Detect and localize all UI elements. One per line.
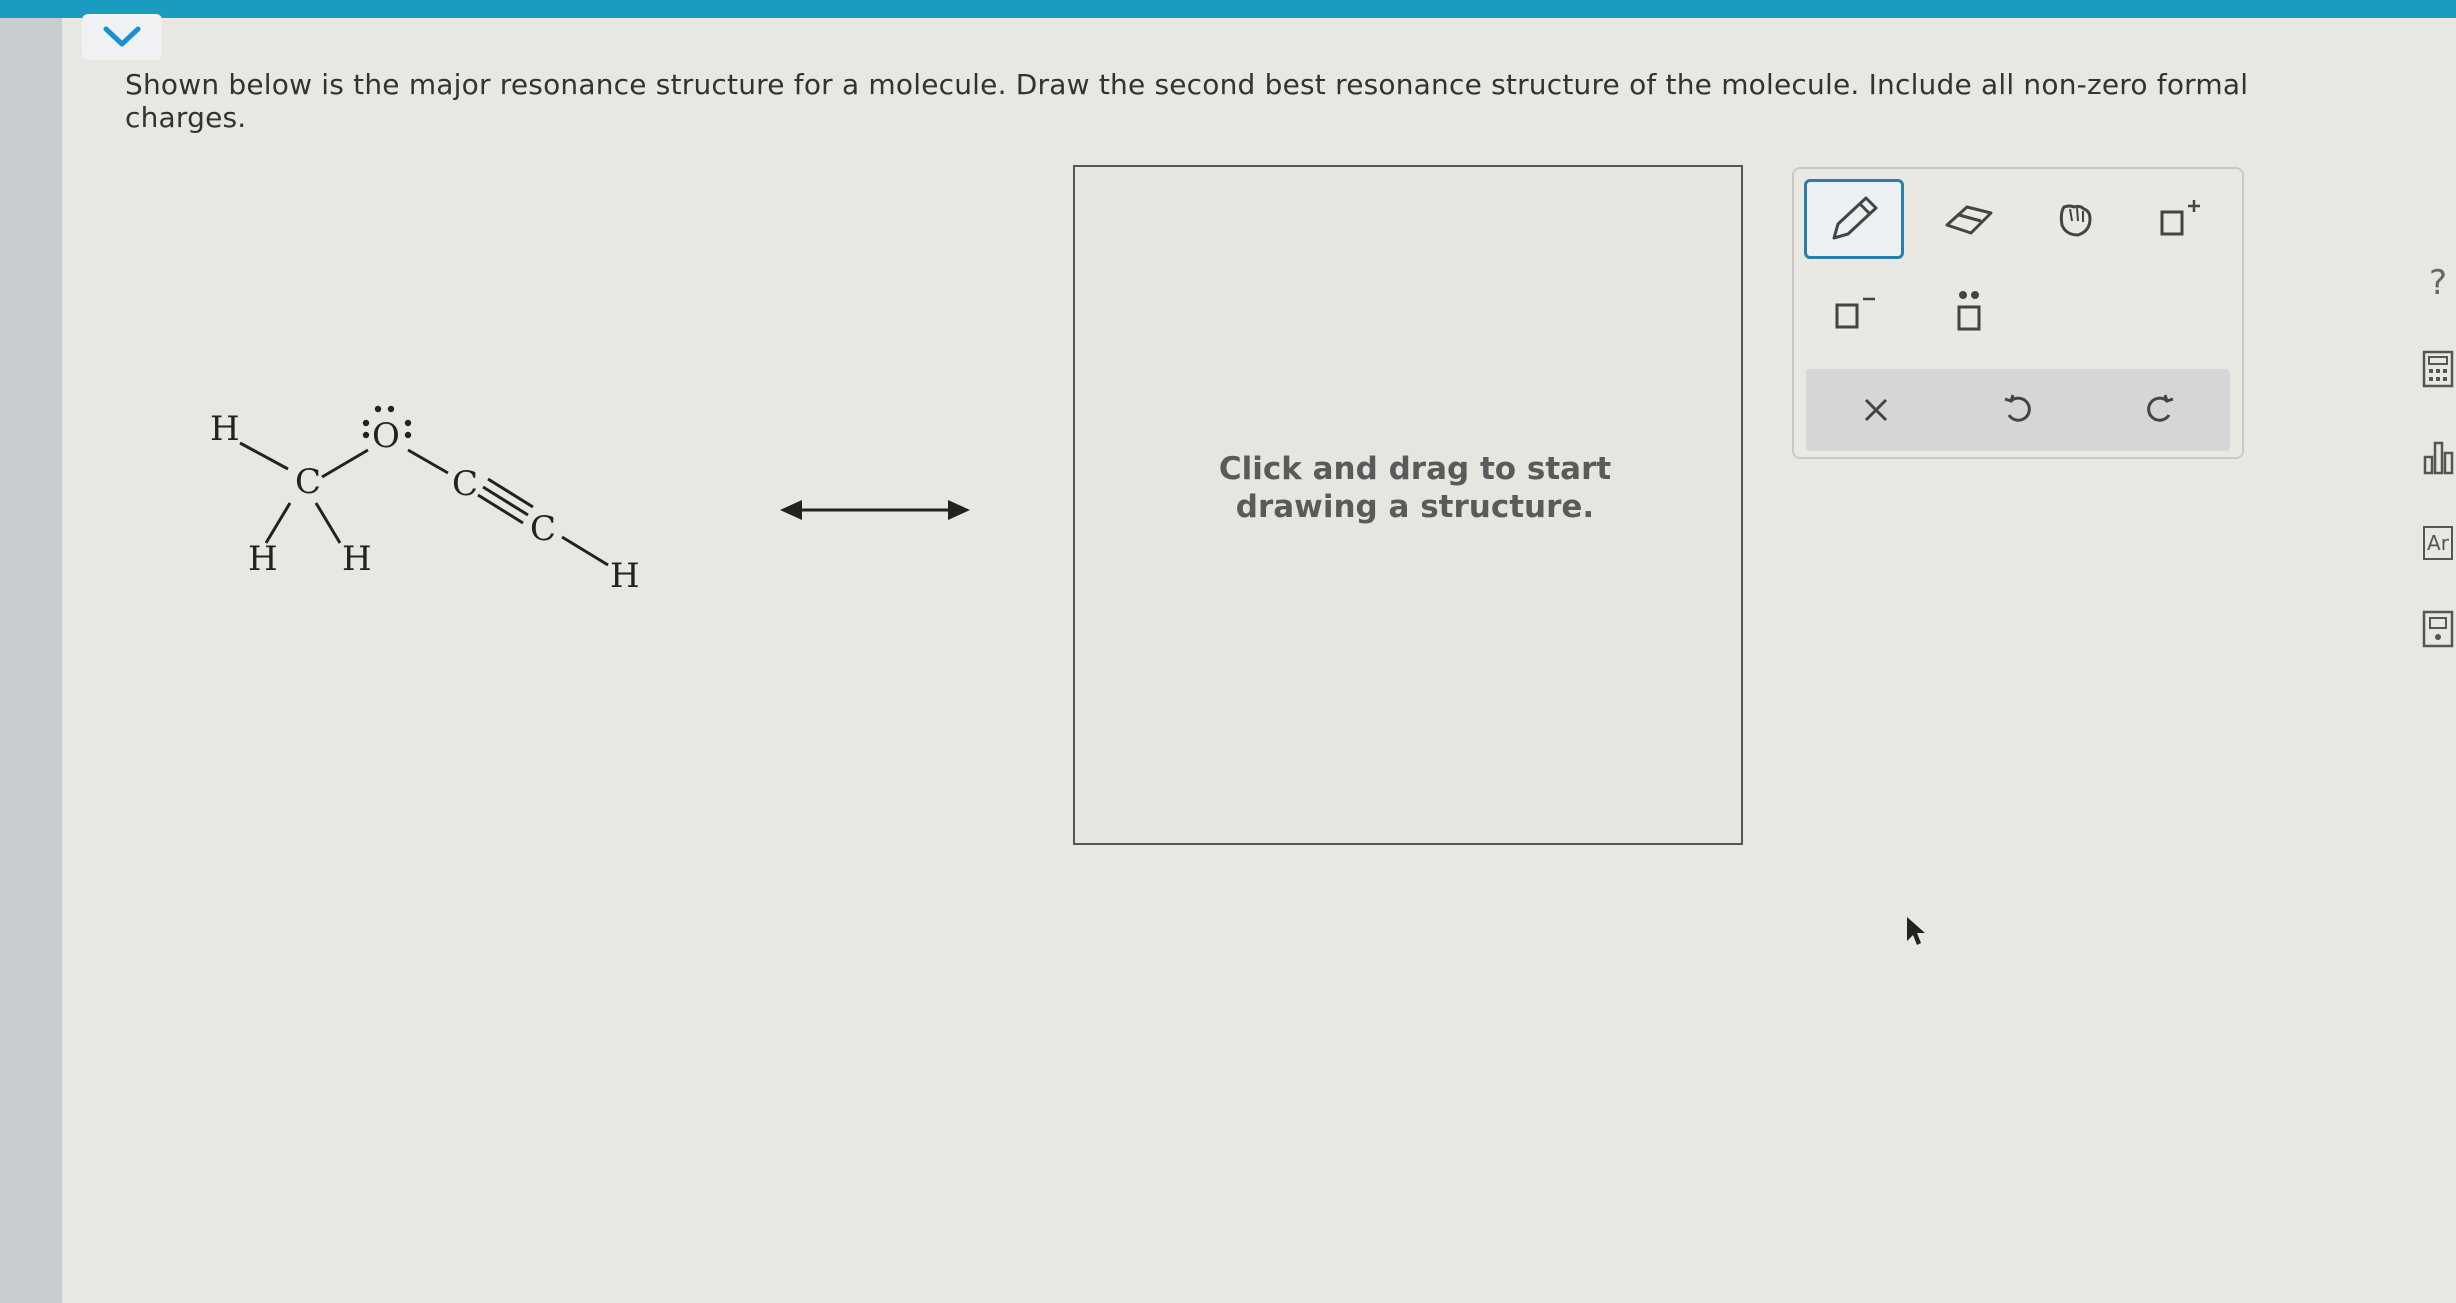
atom-c-center: C	[295, 462, 321, 502]
bar-chart-icon	[2423, 441, 2454, 475]
negative-charge-tool[interactable]	[1809, 277, 1899, 347]
calculator-button[interactable]	[2420, 346, 2456, 392]
hand-tool[interactable]	[2034, 184, 2114, 254]
help-icon: ?	[2428, 263, 2448, 303]
action-bar	[1806, 369, 2230, 451]
left-margin	[0, 0, 62, 1303]
positive-charge-tool[interactable]	[2139, 184, 2219, 254]
canvas-hint-text: Click and drag to start drawing a struct…	[1218, 451, 1612, 525]
close-icon	[1864, 398, 1888, 422]
eraser-icon	[1945, 205, 1993, 235]
hand-icon	[2059, 204, 2092, 237]
periodic-table-button[interactable]: Ar	[2420, 520, 2456, 566]
atom-c-triple-2: C	[530, 509, 556, 549]
resonance-arrow	[780, 500, 970, 520]
redo-button[interactable]	[2130, 381, 2190, 439]
positive-charge-icon	[2160, 200, 2200, 236]
atom-h-top-left: H	[210, 409, 240, 449]
undo-button[interactable]	[1988, 381, 2048, 439]
lone-pair-icon	[1957, 291, 1981, 331]
chevron-down-icon	[103, 26, 141, 47]
pencil-tool[interactable]	[1804, 179, 1904, 259]
eraser-tool[interactable]	[1929, 184, 2009, 254]
atom-h-bottom-left: H	[248, 539, 278, 579]
undo-icon	[2004, 394, 2031, 422]
reference-button[interactable]	[2420, 606, 2456, 652]
mouse-cursor-icon	[1907, 917, 1925, 945]
atom-h-bottom-mid: H	[342, 539, 372, 579]
reference-icon	[2422, 610, 2454, 648]
clear-button[interactable]	[1846, 381, 1906, 439]
atom-h-right: H	[610, 556, 640, 596]
atom-o: O	[372, 416, 400, 456]
lone-pair-tool[interactable]	[1924, 277, 2014, 347]
graph-button[interactable]	[2420, 434, 2456, 480]
periodic-table-label: Ar	[2427, 531, 2449, 555]
collapse-button[interactable]	[82, 14, 162, 60]
redo-icon	[2147, 394, 2174, 422]
top-accent-bar	[0, 0, 2456, 18]
calculator-icon	[2422, 350, 2454, 388]
periodic-table-icon: Ar	[2423, 526, 2453, 560]
atom-c-triple-1: C	[452, 464, 478, 504]
drawing-toolbar	[1792, 167, 2244, 459]
pencil-icon	[1832, 196, 1878, 240]
help-button[interactable]: ?	[2420, 260, 2456, 306]
given-resonance-structure: H C O C C H H H	[210, 405, 640, 596]
negative-charge-icon	[1835, 297, 1875, 329]
question-text: Shown below is the major resonance struc…	[125, 68, 2249, 134]
